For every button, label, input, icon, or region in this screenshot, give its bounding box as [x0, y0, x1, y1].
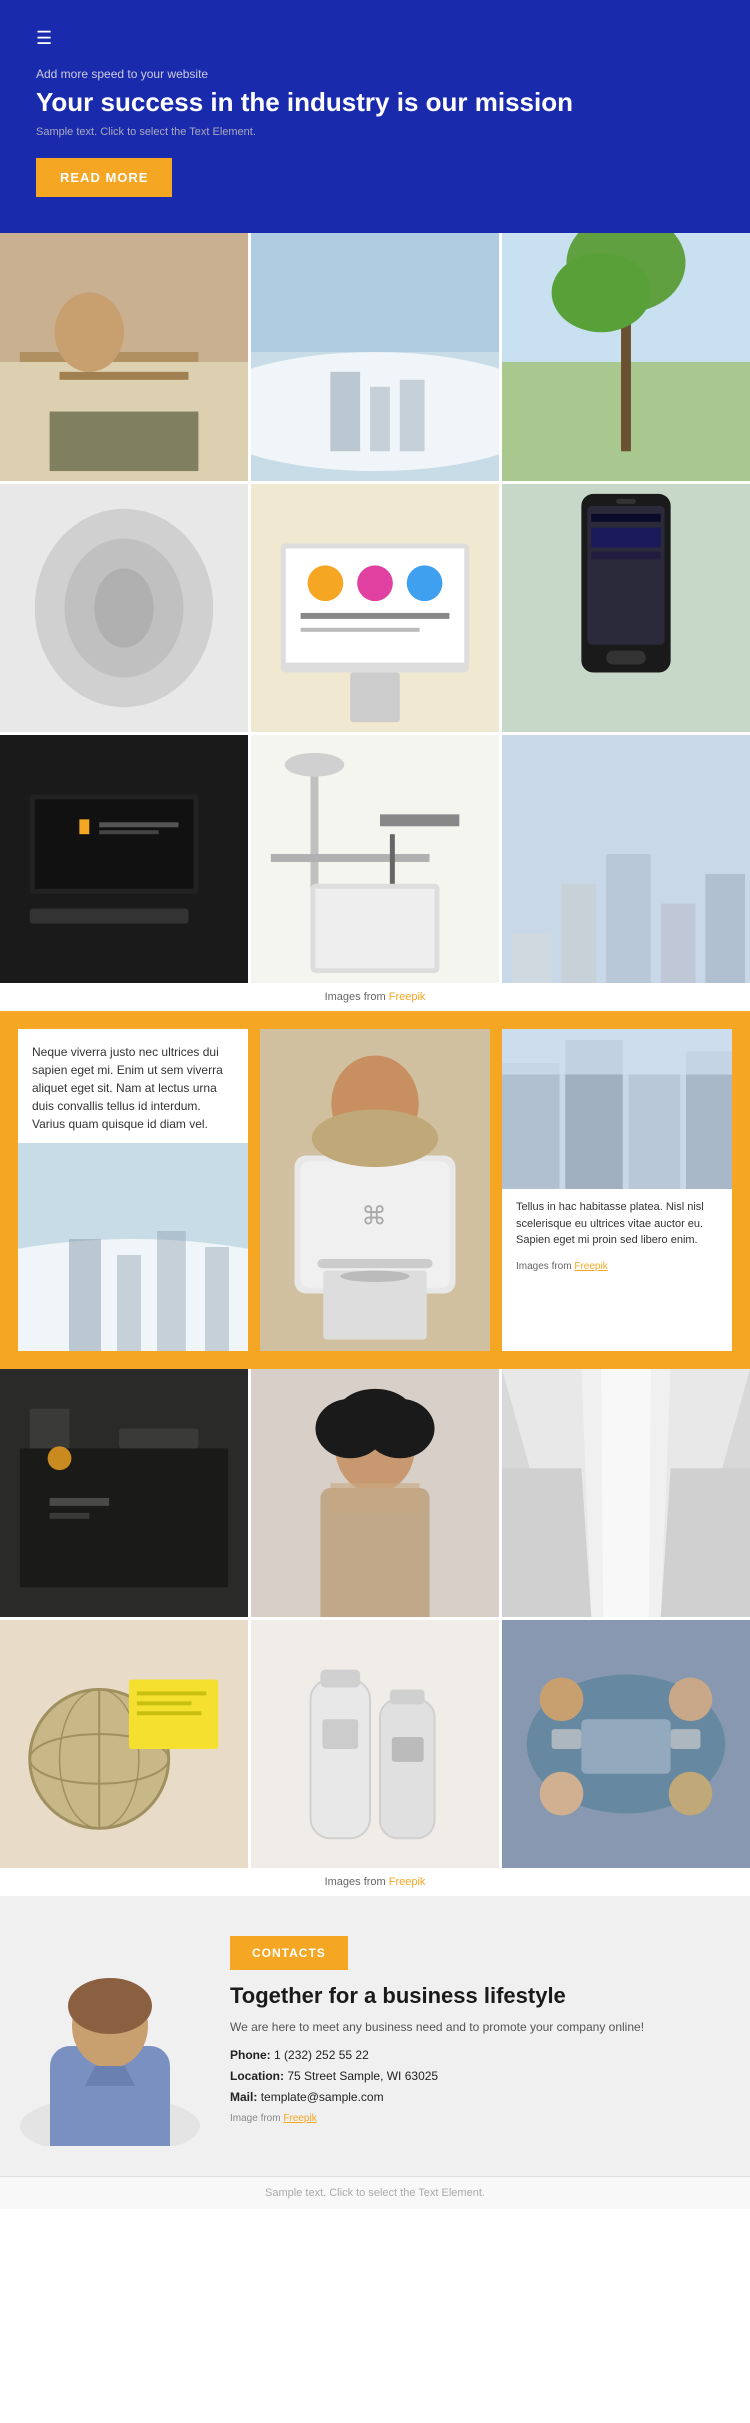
orange-card-1: Neque viverra justo nec ultrices dui sap…: [18, 1029, 248, 1351]
orange-card-1-text: Neque viverra justo nec ultrices dui sap…: [18, 1029, 248, 1143]
contact-desc: We are here to meet any business need an…: [230, 2018, 720, 2036]
hero-sub-label: Add more speed to your website: [36, 67, 714, 81]
orange-card-3-freepik-link[interactable]: Freepik: [574, 1261, 607, 1272]
orange-card-3-attr: Images from Freepik: [502, 1257, 732, 1282]
footer: Sample text. Click to select the Text El…: [0, 2176, 750, 2209]
contact-title: Together for a business lifestyle: [230, 1982, 720, 2010]
contact-img-attr: Image from Freepik: [230, 2113, 720, 2124]
grid1-image-1: [0, 233, 248, 481]
grid1-image-7: [0, 735, 248, 983]
image-grid-2: [0, 1369, 750, 1868]
grid1-image-4: [0, 484, 248, 732]
grid1-image-2: [251, 233, 499, 481]
orange-card-2: ⌘: [260, 1029, 490, 1351]
grid1-image-6: [502, 484, 750, 732]
contact-mail: Mail: template@sample.com: [230, 2088, 720, 2107]
grid1-image-8: [251, 735, 499, 983]
hero-sample-text: Sample text. Click to select the Text El…: [36, 126, 714, 138]
contact-info: CONTACTS Together for a business lifesty…: [220, 1926, 750, 2134]
hero-section: ☰ Add more speed to your website Your su…: [0, 0, 750, 233]
grid1-image-5: [251, 484, 499, 732]
orange-card-3-text: Tellus in hac habitasse platea. Nisl nis…: [502, 1189, 732, 1257]
contact-phone: Phone: 1 (232) 252 55 22: [230, 2046, 720, 2065]
contact-freepik-link[interactable]: Freepik: [283, 2113, 316, 2124]
contact-person-image: [0, 1926, 220, 2146]
grid1-freepik-link[interactable]: Freepik: [389, 991, 426, 1003]
grid1-image-3: [502, 233, 750, 481]
grid2-image-1: [0, 1369, 248, 1617]
svg-text:⌘: ⌘: [361, 1203, 386, 1231]
grid2-image-2: [251, 1369, 499, 1617]
grid2-image-6: [502, 1620, 750, 1868]
read-more-button[interactable]: READ MORE: [36, 158, 172, 197]
hero-title: Your success in the industry is our miss…: [36, 87, 714, 118]
orange-card-1-image: [18, 1143, 248, 1351]
footer-sample-text: Sample text. Click to select the Text El…: [265, 2187, 485, 2199]
grid2-image-3: [502, 1369, 750, 1617]
orange-section: Neque viverra justo nec ultrices dui sap…: [0, 1011, 750, 1369]
grid2-attribution: Images from Freepik: [0, 1868, 750, 1896]
grid1-attribution: Images from Freepik: [0, 983, 750, 1011]
hamburger-menu-icon[interactable]: ☰: [36, 28, 714, 49]
grid2-image-5: [251, 1620, 499, 1868]
contact-location: Location: 75 Street Sample, WI 63025: [230, 2067, 720, 2086]
grid2-freepik-link[interactable]: Freepik: [389, 1876, 426, 1888]
contact-section: CONTACTS Together for a business lifesty…: [0, 1896, 750, 2176]
orange-card-3: Tellus in hac habitasse platea. Nisl nis…: [502, 1029, 732, 1351]
contacts-button[interactable]: CONTACTS: [230, 1936, 348, 1970]
grid2-image-4: [0, 1620, 248, 1868]
grid1-image-9: [502, 735, 750, 983]
image-grid-1: [0, 233, 750, 983]
